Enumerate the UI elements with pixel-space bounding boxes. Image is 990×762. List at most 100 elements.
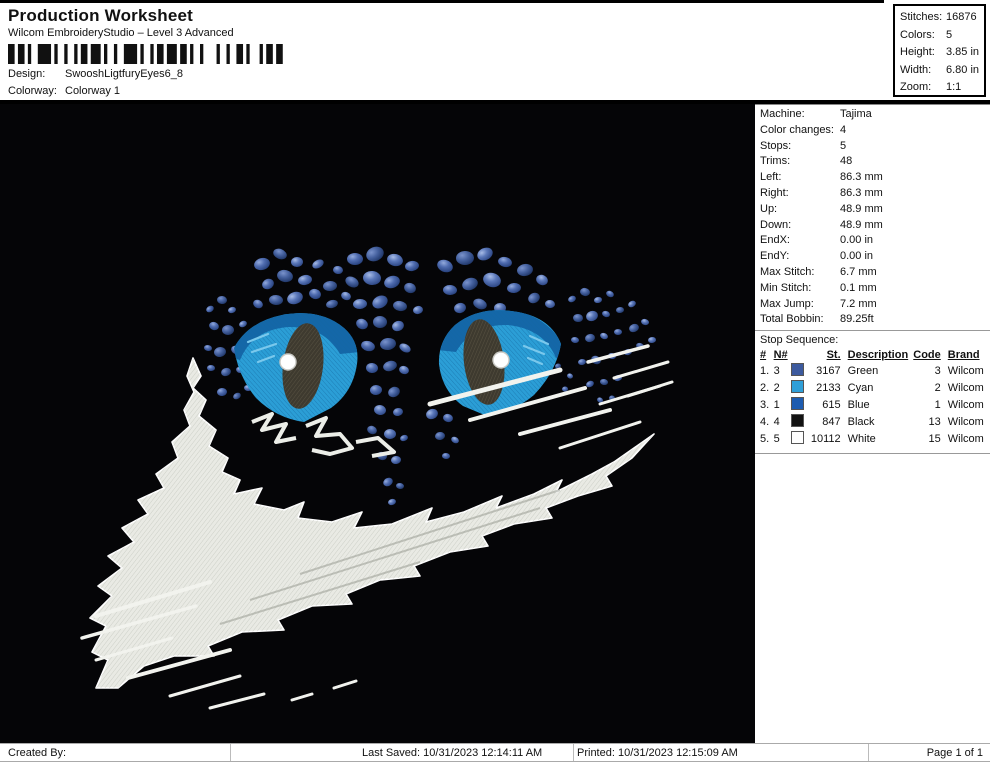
scale-dot (573, 313, 583, 323)
last-saved-text: Last Saved: 10/31/2023 12:14:11 AM (362, 747, 543, 759)
footer-bar: Created By: Last Saved: 10/31/2023 12:14… (0, 743, 990, 762)
barcode-icon (8, 44, 290, 64)
stop-sequence-cell: 5. (760, 432, 770, 445)
colorway-label: Colorway: (8, 85, 57, 97)
stop-sequence-cell: White (847, 432, 876, 445)
scale-dot (443, 413, 453, 423)
machine-info-row-value: 86.3 mm (840, 186, 883, 199)
scale-dot (413, 305, 423, 315)
scale-dot (323, 280, 337, 292)
summary-row-value: 3.85 in (946, 46, 980, 58)
stop-sequence-cell: Blue (847, 398, 870, 411)
machine-info-row-value: 89.25ft (840, 313, 874, 326)
scale-dot (400, 434, 408, 442)
machine-info-row-label: Color changes: (760, 123, 834, 136)
stop-sequence-row: 5. 5 10112 White 15 Wilcom (760, 430, 990, 447)
thread-swatch-cell (790, 362, 808, 379)
machine-info-row-value: 48 (840, 155, 853, 168)
scale-dot (393, 407, 403, 417)
scale-dot (399, 343, 411, 353)
scale-dot (298, 274, 312, 286)
scale-dot (580, 287, 590, 297)
machine-info-row: Up: 48.9 mm (760, 202, 883, 218)
machine-info-row-value: 0.1 mm (840, 281, 877, 294)
stop-sequence-section: Stop Sequence: # N# St. Description Code Bran… (755, 330, 990, 454)
scale-dot (372, 295, 388, 309)
machine-info-row-label: Max Stitch: (760, 265, 815, 278)
summary-row-label: Stitches: (900, 11, 943, 23)
scale-dot (517, 263, 533, 277)
scale-dot (214, 346, 226, 358)
stop-sequence-cell: Wilcom (947, 364, 984, 377)
machine-info-row-label: Total Bobbin: (760, 313, 824, 326)
stop-column-header: N# (773, 349, 788, 361)
scale-dot (393, 300, 407, 312)
page-number: Page 1 of 1 (926, 747, 983, 759)
thread-swatch-cell (790, 379, 808, 396)
header: Production Worksheet Wilcom EmbroiderySt… (0, 0, 990, 104)
machine-info-row-label: Up: (760, 202, 778, 215)
scale-dot (228, 306, 236, 314)
machine-info-row-value: 86.3 mm (840, 171, 883, 184)
machine-info-row: Stops: 5 (760, 139, 883, 155)
scale-dot (309, 288, 321, 300)
machine-info-row: Trims: 48 (760, 154, 883, 170)
stop-sequence-title: Stop Sequence: (760, 334, 839, 346)
scale-dot (462, 277, 478, 291)
scale-dot (399, 365, 409, 375)
scale-dot (641, 318, 649, 326)
summary-row-label: Width: (900, 63, 932, 76)
summary-row-label: Colors: (900, 28, 935, 41)
scale-dot (207, 364, 215, 372)
scale-dot (628, 300, 636, 308)
stop-sequence-cell: 2. (760, 381, 770, 394)
stop-sequence-cell: 5 (773, 432, 780, 445)
scale-dot (209, 321, 219, 331)
machine-info-row: Color changes: 4 (760, 123, 883, 139)
scale-dot (353, 298, 367, 310)
swoosh (80, 344, 674, 710)
colorway-value: Colorway 1 (65, 85, 121, 97)
scale-dot (356, 318, 368, 330)
thread-swatch (790, 380, 804, 393)
scale-dot (594, 296, 602, 304)
stop-sequence-cell: Cyan (847, 381, 874, 394)
stop-sequence-row: 4. 4 847 Black 13 Wilcom (760, 413, 990, 430)
stop-sequence-cell: Wilcom (947, 432, 984, 445)
stop-sequence-cell: 3 (773, 364, 780, 377)
stop-sequence-cell: 1 (934, 398, 941, 411)
summary-row-value: 6.80 in (946, 63, 980, 76)
machine-info-row: Total Bobbin: 89.25ft (760, 312, 883, 328)
scale-dot (341, 291, 351, 301)
scale-dot (384, 275, 400, 289)
app-subtitle: Wilcom EmbroideryStudio – Level 3 Advanc… (8, 27, 234, 39)
stop-sequence-cell: 847 (822, 415, 841, 428)
stop-sequence-cell: 4. (760, 415, 770, 428)
scale-dot (602, 310, 610, 318)
summary-row-value: 16876 (946, 11, 977, 23)
stop-column-header: St. (826, 349, 841, 361)
scale-dot (370, 384, 382, 396)
scale-dot (392, 320, 404, 332)
design-name-row: Design: SwooshLigtfuryEyes6_8 (8, 68, 183, 80)
stop-sequence-row: 3. 1 615 Blue 1 Wilcom (760, 396, 990, 413)
machine-info-row-value: 4 (840, 123, 847, 136)
machine-info-row-label: Down: (760, 218, 792, 231)
stitch-preview-canvas (0, 104, 755, 743)
scale-dot (388, 498, 396, 506)
stop-sequence-cell: 1 (773, 398, 780, 411)
scale-dot (571, 336, 579, 344)
scale-dot (291, 256, 303, 268)
machine-info-row-label: EndX: (760, 234, 790, 247)
scale-dot (204, 344, 212, 352)
stop-sequence-cell: 3. (760, 398, 770, 411)
scale-dot (498, 256, 512, 268)
design-label: Design: (8, 68, 46, 80)
scale-dot (373, 315, 387, 329)
summary-row-label: Zoom: (900, 81, 932, 93)
colorway-row: Colorway: Colorway 1 (8, 85, 120, 97)
machine-info-row-value: 7.2 mm (840, 297, 877, 310)
machine-info-row-value: 6.7 mm (840, 265, 877, 278)
scale-dot (600, 378, 608, 386)
scale-dot (312, 259, 324, 269)
